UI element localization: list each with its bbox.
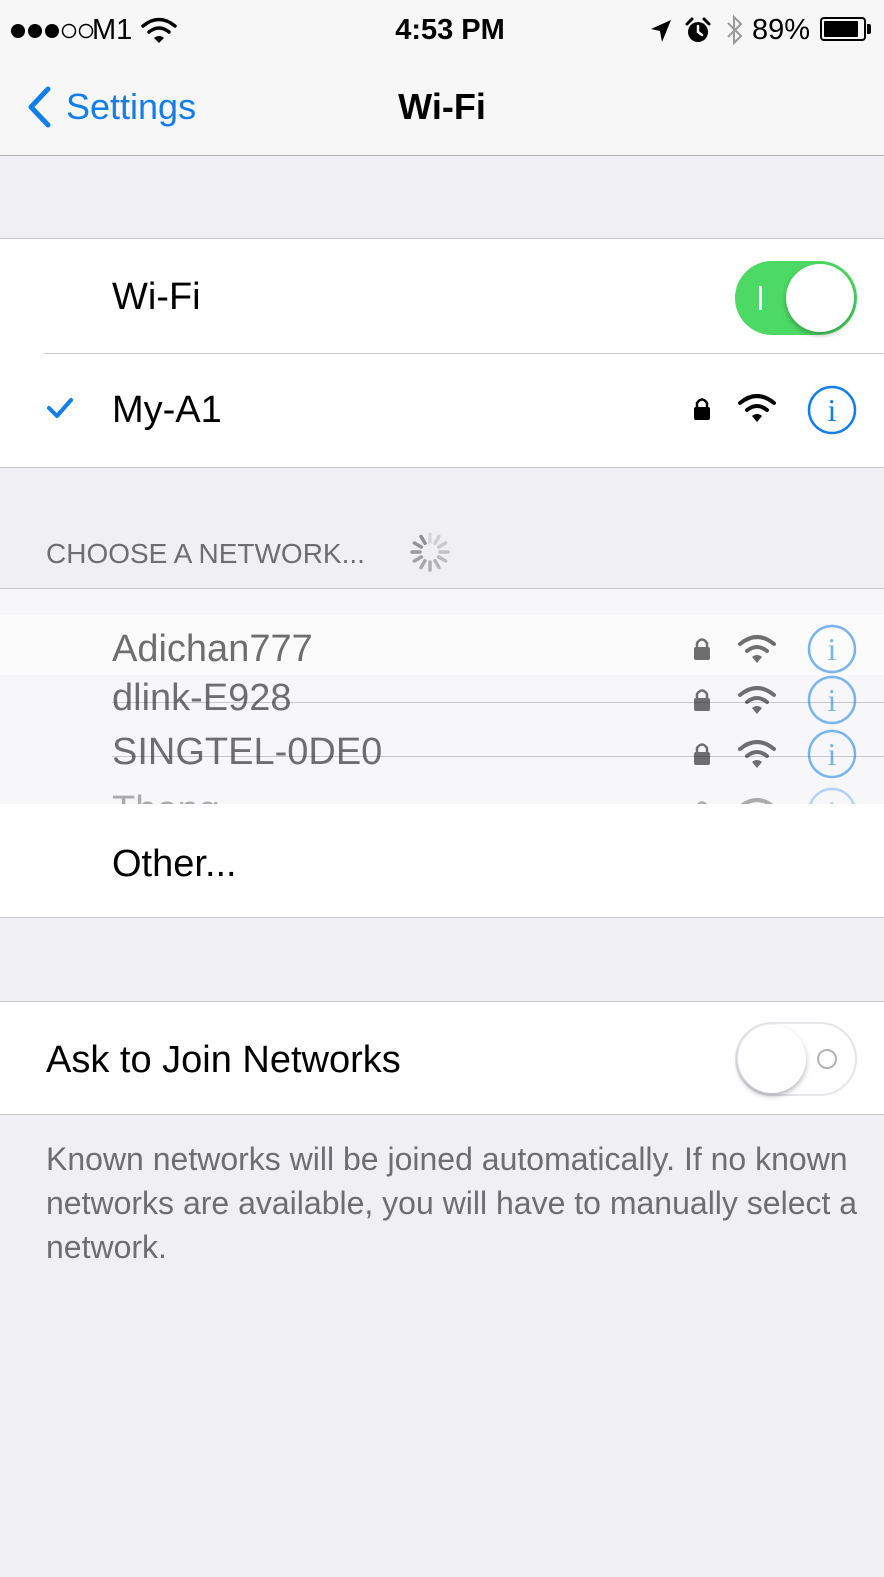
- navigation-bar: Settings Wi-Fi: [0, 60, 884, 156]
- list-item[interactable]: Thong i: [0, 784, 884, 804]
- lock-icon: [694, 638, 710, 660]
- connected-network-name: My-A1: [112, 389, 222, 431]
- connected-network-row[interactable]: My-A1 i: [0, 354, 884, 468]
- wifi-status-icon: [141, 17, 177, 43]
- choose-network-header: CHOOSE A NETWORK...: [46, 534, 365, 574]
- wifi-group: Wi-Fi My-A1 i: [0, 238, 884, 468]
- lock-icon: [694, 689, 710, 711]
- list-item[interactable]: Adichan777 i: [0, 615, 884, 675]
- network-name: Adichan777: [112, 628, 313, 670]
- info-icon[interactable]: i: [806, 728, 858, 780]
- network-name: dlink-E928: [112, 677, 292, 719]
- ask-to-join-toggle[interactable]: [735, 1022, 857, 1096]
- status-time: 4:53 PM: [395, 14, 505, 46]
- page-title: Wi-Fi: [398, 86, 486, 127]
- status-bar: M1 4:53 PM 89%: [0, 0, 884, 60]
- lock-icon: [694, 398, 710, 420]
- network-list-group: Adichan777 i dlink-E928 i SINGTEL-0DE0 i…: [0, 588, 884, 918]
- ask-to-join-label: Ask to Join Networks: [46, 1039, 401, 1081]
- info-icon[interactable]: i: [806, 674, 858, 726]
- location-arrow-icon: [651, 20, 671, 42]
- choose-network-header-label: CHOOSE A NETWORK...: [46, 538, 365, 569]
- svg-text:i: i: [828, 631, 837, 667]
- toggle-knob: [738, 1025, 806, 1093]
- network-name: Thong: [112, 786, 220, 804]
- svg-text:i: i: [828, 794, 837, 804]
- loading-spinner-icon: [410, 532, 450, 572]
- battery-tip: [867, 24, 871, 34]
- other-network-label: Other...: [112, 843, 237, 885]
- wifi-signal-icon: [738, 686, 776, 714]
- svg-text:i: i: [828, 392, 837, 428]
- wifi-signal-icon: [738, 635, 776, 663]
- wifi-signal-icon: [740, 798, 774, 804]
- list-item[interactable]: SINGTEL-0DE0 i: [0, 726, 884, 782]
- info-icon[interactable]: i: [806, 786, 858, 804]
- wifi-signal-icon: [738, 740, 776, 768]
- wifi-label: Wi-Fi: [112, 276, 201, 318]
- list-item[interactable]: dlink-E928 i: [0, 672, 884, 728]
- other-network-row[interactable]: Other...: [0, 804, 884, 917]
- wifi-toggle-row: Wi-Fi: [0, 239, 884, 353]
- toggle-knob: [786, 264, 854, 332]
- wifi-signal-icon: [738, 394, 776, 422]
- checkmark-icon: [47, 398, 73, 418]
- bluetooth-icon: [727, 14, 743, 46]
- toggle-on-mark: [759, 286, 762, 310]
- toggle-off-mark: [817, 1049, 837, 1069]
- network-name: SINGTEL-0DE0: [112, 731, 383, 773]
- battery-icon: [820, 17, 866, 41]
- info-icon[interactable]: i: [806, 623, 858, 675]
- info-icon[interactable]: i: [806, 384, 858, 436]
- svg-text:i: i: [828, 682, 837, 718]
- alarm-clock-icon: [685, 17, 711, 42]
- wifi-toggle[interactable]: [735, 261, 857, 335]
- carrier-label: M1: [92, 14, 133, 46]
- ask-to-join-group: Ask to Join Networks: [0, 1001, 884, 1115]
- svg-text:i: i: [828, 736, 837, 772]
- network-list: Adichan777 i dlink-E928 i SINGTEL-0DE0 i…: [0, 589, 884, 804]
- battery-percentage: 89%: [752, 14, 811, 46]
- ask-to-join-description: Known networks will be joined automatica…: [46, 1141, 858, 1265]
- lock-icon: [694, 743, 710, 765]
